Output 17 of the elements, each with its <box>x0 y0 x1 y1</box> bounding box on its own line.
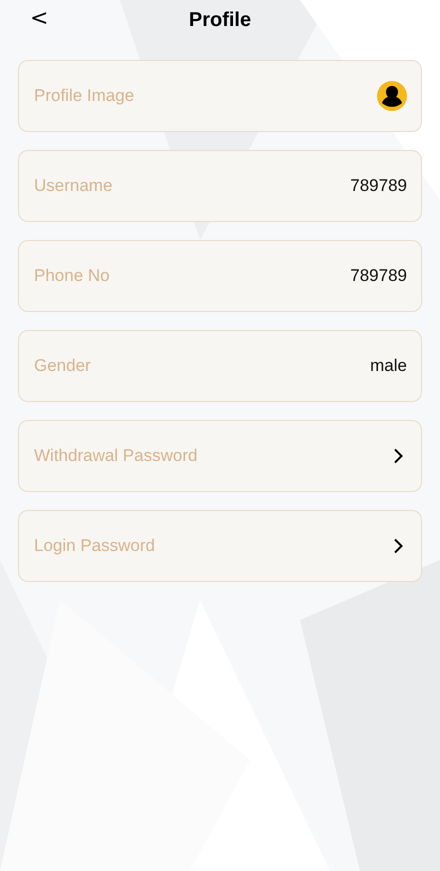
avatar-icon <box>377 81 407 111</box>
row-label: Login Password <box>34 536 155 556</box>
row-value: 789789 <box>350 266 407 286</box>
row-label: Withdrawal Password <box>34 446 198 466</box>
row-label: Username <box>34 176 112 196</box>
chevron-right-icon <box>393 538 403 554</box>
back-button[interactable]: < <box>24 4 54 33</box>
row-label: Gender <box>34 356 91 376</box>
row-label: Phone No <box>34 266 110 286</box>
row-value: 789789 <box>350 176 407 196</box>
row-label: Profile Image <box>34 86 134 106</box>
row-value: male <box>370 356 407 376</box>
chevron-right-icon <box>393 448 403 464</box>
profile-row[interactable]: Phone No 789789 <box>18 240 422 312</box>
page-title: Profile <box>188 8 252 32</box>
profile-row[interactable]: Gender male <box>18 330 422 402</box>
profile-row[interactable]: Username 789789 <box>18 150 422 222</box>
